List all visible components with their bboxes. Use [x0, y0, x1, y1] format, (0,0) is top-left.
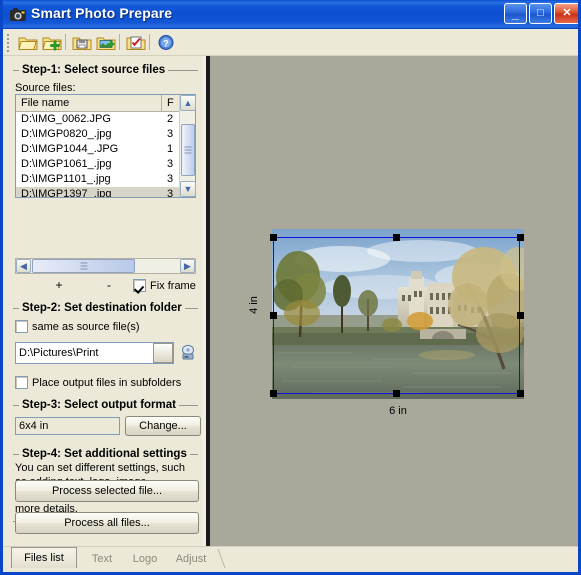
camera-icon: [9, 6, 27, 23]
svg-text:?: ?: [163, 39, 169, 49]
tab-text[interactable]: Text: [83, 549, 121, 568]
resize-handle-top-left[interactable]: [270, 234, 277, 241]
add-file-button[interactable]: +: [51, 278, 67, 292]
scroll-left-icon[interactable]: ◀: [16, 259, 31, 273]
scroll-up-icon[interactable]: ▲: [180, 95, 196, 111]
close-button[interactable]: ✕: [554, 3, 580, 24]
tab-label: Files list: [24, 552, 64, 564]
toolbar-separator: [65, 34, 66, 50]
destination-dropdown-button[interactable]: [153, 343, 173, 363]
width-dimension-label: 6 in: [272, 405, 524, 417]
toolbar-grip[interactable]: [7, 34, 10, 50]
same-as-source-label: same as source file(s): [32, 321, 140, 333]
step1-title: Step-1: Select source files: [19, 64, 168, 76]
scroll-right-icon[interactable]: ▶: [180, 259, 195, 273]
maximize-icon: □: [530, 4, 551, 23]
resize-handle-top-right[interactable]: [517, 234, 524, 241]
resize-handle-top-center[interactable]: [393, 234, 400, 241]
height-dimension-label: 4 in: [248, 275, 260, 335]
same-as-source-checkbox[interactable]: [15, 320, 28, 333]
save-folder-icon[interactable]: [71, 32, 93, 53]
window-controls: _ □ ✕: [504, 3, 580, 24]
cell-file-name: D:\IMGP0820_.jpg: [16, 127, 162, 142]
checklist-icon[interactable]: [125, 32, 147, 53]
resize-handle-middle-left[interactable]: [270, 312, 277, 319]
table-row[interactable]: D:\IMGP1397_.jpg 3: [16, 187, 195, 198]
toolbar-separator: [149, 34, 150, 50]
close-icon: ✕: [555, 4, 579, 23]
title-bar: Smart Photo Prepare _ □ ✕: [3, 0, 581, 29]
process-selected-button[interactable]: Process selected file...: [15, 480, 199, 502]
preview-canvas[interactable]: 6 in 4 in: [210, 56, 578, 546]
minimize-button[interactable]: _: [504, 3, 527, 24]
tab-adjust[interactable]: Adjust: [169, 549, 213, 568]
table-row[interactable]: D:\IMG_0062.JPG 2: [16, 112, 195, 127]
scroll-thumb[interactable]: [181, 124, 195, 176]
application-window: Smart Photo Prepare _ □ ✕: [0, 0, 581, 575]
step2-title: Step-2: Set destination folder: [19, 302, 185, 314]
scroll-grip-icon: [80, 263, 87, 270]
cell-file-name: D:\IMGP1397_.jpg: [16, 187, 162, 198]
tab-label: Adjust: [176, 553, 207, 565]
column-header-file-name[interactable]: File name: [16, 95, 162, 111]
process-all-button[interactable]: Process all files...: [15, 512, 199, 534]
table-row[interactable]: D:\IMGP1061_.jpg 3: [16, 157, 195, 172]
window-title: Smart Photo Prepare: [31, 5, 172, 21]
open-folder-icon[interactable]: [17, 32, 39, 53]
resize-handle-bottom-left[interactable]: [270, 390, 277, 397]
step4-title: Step-4: Set additional settings: [19, 448, 190, 460]
resize-handle-middle-right[interactable]: [517, 312, 524, 319]
minimize-icon: _: [505, 4, 526, 23]
tab-edge: [208, 549, 226, 568]
toolbar-separator: [119, 34, 120, 50]
export-folder-icon[interactable]: [95, 32, 117, 53]
list-header: File name F: [16, 95, 195, 112]
change-format-button[interactable]: Change...: [125, 416, 201, 436]
destination-path-input[interactable]: D:\Pictures\Print: [15, 342, 174, 364]
list-horizontal-scrollbar[interactable]: ◀ ▶: [15, 258, 196, 274]
tab-label: Text: [92, 553, 112, 565]
scroll-grip-icon: [185, 147, 192, 154]
list-rows: D:\IMG_0062.JPG 2 D:\IMGP0820_.jpg 3 D:\…: [16, 112, 195, 198]
browse-disk-icon[interactable]: [179, 344, 197, 365]
source-files-list[interactable]: File name F D:\IMG_0062.JPG 2 D:\IMGP082…: [15, 94, 196, 198]
resize-handle-bottom-right[interactable]: [517, 390, 524, 397]
cell-file-name: D:\IMGP1061_.jpg: [16, 157, 162, 172]
maximize-button[interactable]: □: [529, 3, 552, 24]
steps-panel: Step-1: Select source files Source files…: [3, 56, 206, 546]
help-icon[interactable]: ?: [155, 32, 177, 53]
resize-handle-bottom-center[interactable]: [393, 390, 400, 397]
source-files-label: Source files:: [15, 82, 76, 94]
cell-file-name: D:\IMGP1101_.jpg: [16, 172, 162, 187]
cell-file-name: D:\IMGP1044_.JPG: [16, 142, 162, 157]
step3-title: Step-3: Select output format: [19, 399, 179, 411]
tab-logo[interactable]: Logo: [125, 549, 165, 568]
add-folder-icon[interactable]: [41, 32, 63, 53]
fix-frame-label: Fix frame: [150, 280, 196, 292]
toolbar: ?: [3, 29, 578, 56]
subfolders-checkbox[interactable]: [15, 376, 28, 389]
tab-bar: Files list Text Logo Adjust: [3, 546, 578, 569]
list-vertical-scrollbar[interactable]: ▲ ▼: [179, 95, 195, 197]
scroll-down-icon[interactable]: ▼: [180, 181, 196, 197]
fix-frame-checkbox[interactable]: [133, 279, 146, 292]
table-row[interactable]: D:\IMGP0820_.jpg 3: [16, 127, 195, 142]
subfolders-label: Place output files in subfolders: [32, 377, 181, 389]
tab-bar-divider: [3, 546, 578, 547]
tab-files-list[interactable]: Files list: [11, 547, 77, 568]
tab-label: Logo: [133, 553, 157, 565]
remove-file-button[interactable]: -: [101, 278, 117, 292]
crop-selection-frame[interactable]: [273, 237, 520, 394]
cell-file-name: D:\IMG_0062.JPG: [16, 112, 162, 127]
table-row[interactable]: D:\IMGP1044_.JPG 1: [16, 142, 195, 157]
output-format-field[interactable]: 6x4 in: [15, 417, 120, 435]
table-row[interactable]: D:\IMGP1101_.jpg 3: [16, 172, 195, 187]
scroll-thumb[interactable]: [32, 259, 135, 273]
photo-preview[interactable]: 6 in 4 in: [272, 229, 524, 399]
